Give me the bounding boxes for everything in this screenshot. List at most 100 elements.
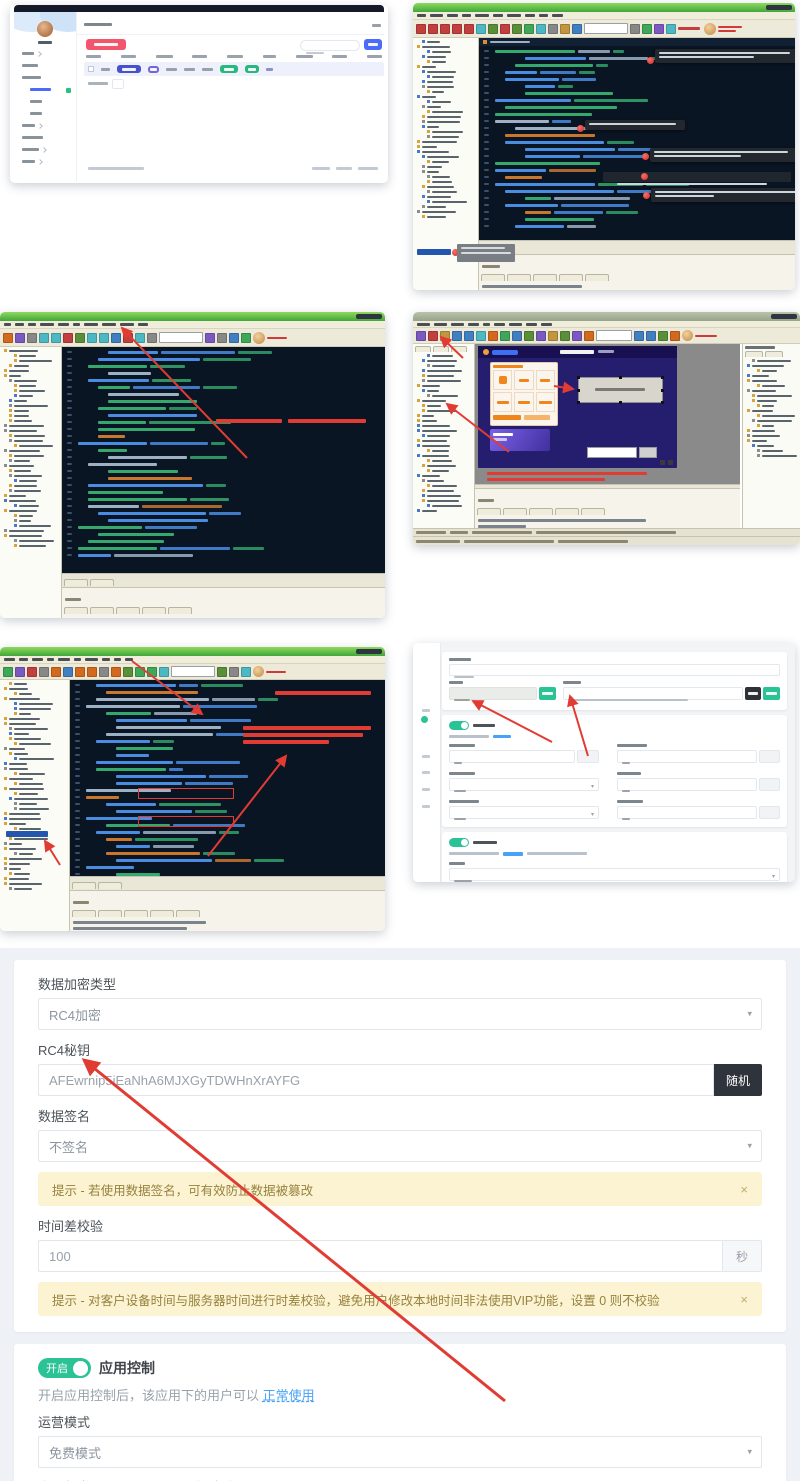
property-item bbox=[757, 454, 798, 457]
normal-use-link[interactable]: 正常使用 bbox=[263, 1388, 315, 1403]
screenshot-admin-panel bbox=[10, 5, 388, 183]
sidebar-item bbox=[30, 100, 51, 103]
code-line bbox=[75, 718, 385, 722]
annotation-dot bbox=[647, 57, 654, 64]
tree-item bbox=[4, 429, 61, 432]
footer-link bbox=[312, 167, 330, 170]
annotation-dot bbox=[643, 192, 650, 199]
mode-select[interactable]: 免费模式 ▾ bbox=[38, 1436, 762, 1468]
property-item bbox=[757, 414, 798, 417]
rc4-key-input[interactable] bbox=[38, 1064, 714, 1096]
doc-tab-strip bbox=[479, 245, 795, 254]
signature-alert: 提示 - 若使用数据签名，可有效防止数据被篡改 × bbox=[38, 1172, 762, 1206]
code-line bbox=[484, 203, 795, 207]
tree-item bbox=[4, 499, 61, 502]
tree-item bbox=[427, 50, 478, 53]
tree-item bbox=[422, 389, 474, 392]
admin-window bbox=[14, 12, 384, 181]
encryption-type-select[interactable]: RC4加密 ▾ bbox=[38, 998, 762, 1030]
tree-item bbox=[9, 737, 69, 740]
chevron-down-icon: ▾ bbox=[747, 1009, 752, 1020]
code-line bbox=[75, 683, 385, 687]
property-item bbox=[747, 434, 798, 437]
tree-item bbox=[4, 842, 69, 845]
page-title-text bbox=[84, 23, 112, 26]
ide-toolbar bbox=[413, 328, 800, 344]
tree-item bbox=[4, 374, 61, 377]
time-check-input[interactable] bbox=[38, 1240, 723, 1272]
tree-item bbox=[4, 787, 69, 790]
code-line bbox=[67, 497, 385, 501]
tree-item bbox=[417, 439, 474, 442]
tree-item bbox=[14, 359, 61, 362]
sidebar-item bbox=[22, 160, 51, 163]
settings-card: ▾ ▾ bbox=[442, 715, 787, 827]
app-control-toggle[interactable]: 开启 bbox=[38, 1358, 91, 1378]
tree-item bbox=[427, 449, 474, 452]
tree-item bbox=[422, 120, 478, 123]
ide-menubar bbox=[413, 321, 800, 328]
annotation-dot bbox=[641, 173, 648, 180]
version-label: 应用版本 bbox=[38, 1477, 168, 1481]
tree-item bbox=[422, 205, 478, 208]
random-key-button[interactable]: 随机 bbox=[714, 1064, 762, 1096]
tree-item bbox=[417, 474, 474, 477]
app-button bbox=[639, 447, 657, 458]
code-line bbox=[75, 753, 385, 757]
tree-item bbox=[4, 762, 69, 765]
ide-toolbar bbox=[0, 664, 385, 680]
red-annotation-title bbox=[275, 691, 371, 695]
tree-item bbox=[4, 494, 61, 497]
tree-item bbox=[9, 439, 61, 442]
close-icon[interactable]: × bbox=[740, 1182, 748, 1197]
code-line bbox=[75, 781, 385, 785]
dark-button-mini bbox=[745, 687, 761, 700]
tree-item bbox=[4, 717, 69, 720]
tree-selected-item bbox=[417, 249, 451, 255]
toolbar-dropdown bbox=[596, 330, 632, 341]
ide-menubar bbox=[0, 321, 385, 329]
tree-item bbox=[417, 419, 474, 422]
tree-item bbox=[14, 742, 69, 745]
selected-control bbox=[578, 377, 663, 403]
code-line bbox=[67, 413, 385, 417]
code-line bbox=[67, 490, 385, 494]
tree-item bbox=[422, 55, 478, 58]
code-line bbox=[484, 210, 795, 214]
tree-item bbox=[427, 364, 474, 367]
tree-item bbox=[9, 399, 61, 402]
menu-badge bbox=[66, 88, 71, 93]
tree-item bbox=[14, 702, 69, 705]
tree-item bbox=[417, 140, 478, 143]
code-line bbox=[484, 224, 795, 228]
price-card bbox=[490, 362, 558, 426]
tree-item bbox=[427, 459, 474, 462]
signature-select[interactable]: 不签名 ▾ bbox=[38, 1130, 762, 1162]
code-line bbox=[484, 63, 795, 67]
tree-item bbox=[9, 484, 61, 487]
tree-item bbox=[9, 887, 69, 890]
tree-item bbox=[422, 404, 474, 407]
code-line bbox=[67, 385, 385, 389]
toggle-mini bbox=[449, 838, 469, 847]
sidebar-item bbox=[22, 124, 51, 127]
tree-item bbox=[9, 469, 61, 472]
code-line bbox=[75, 809, 385, 813]
table-row bbox=[84, 62, 384, 76]
code-line bbox=[484, 91, 795, 95]
close-icon[interactable]: × bbox=[740, 1292, 748, 1307]
tree-item bbox=[427, 180, 478, 183]
tree-item bbox=[4, 529, 61, 532]
app-subtitle-text bbox=[598, 350, 614, 353]
red-annotation-text bbox=[216, 419, 282, 423]
tree-item bbox=[422, 494, 474, 497]
tree-item bbox=[9, 872, 69, 875]
red-annotation-text bbox=[487, 472, 647, 475]
app-header bbox=[478, 346, 677, 358]
code-line bbox=[75, 851, 385, 855]
tree-item bbox=[4, 847, 69, 850]
tree-item bbox=[9, 732, 69, 735]
code-line bbox=[484, 112, 795, 116]
tree-item bbox=[14, 852, 69, 855]
code-line bbox=[67, 518, 385, 522]
